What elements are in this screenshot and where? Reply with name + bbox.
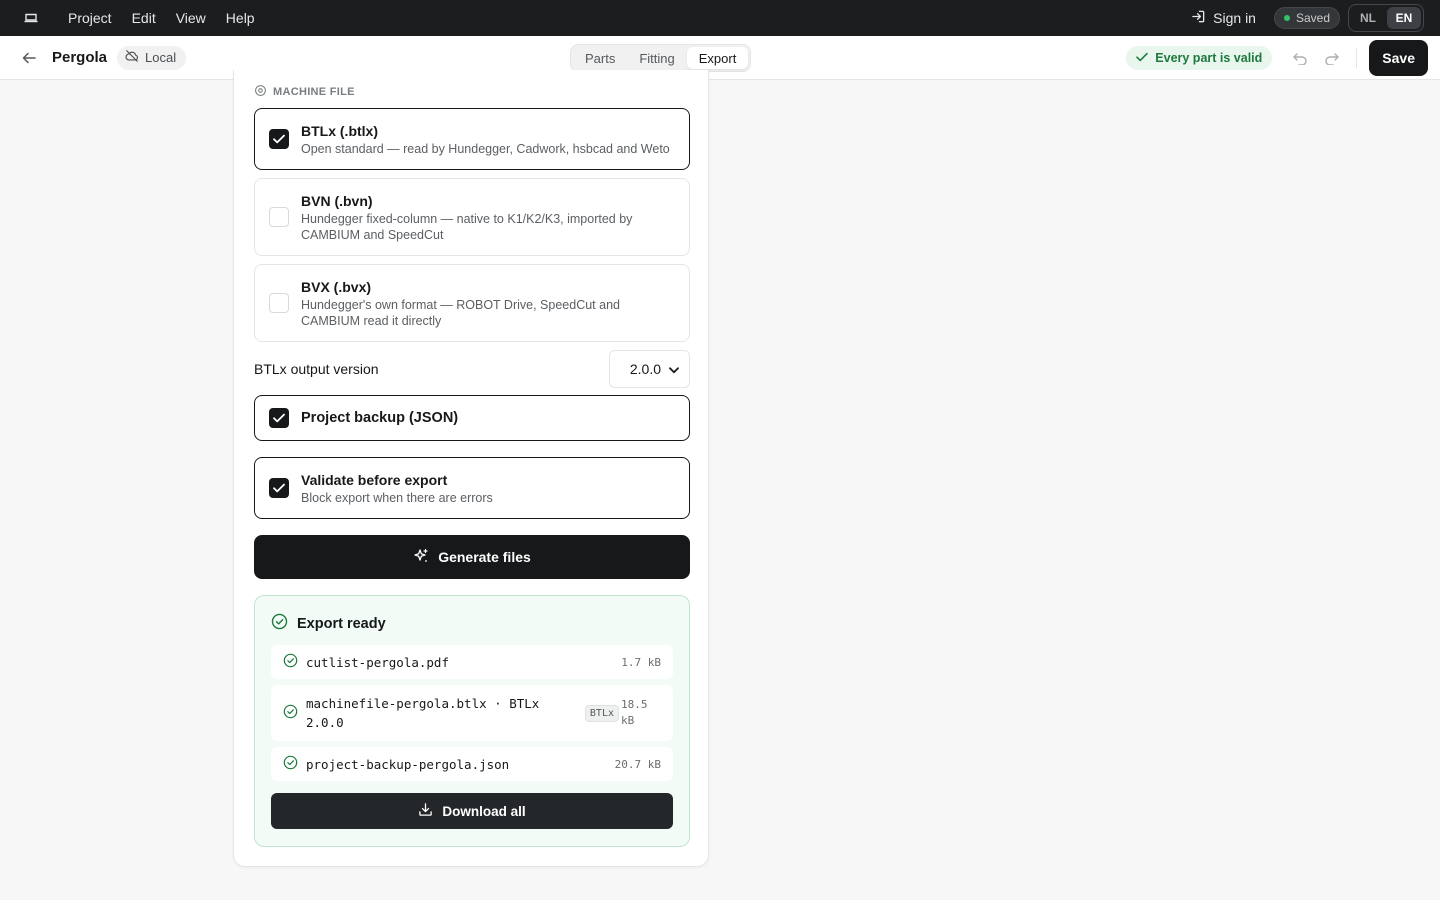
project-toolbar: Pergola Local Parts Fitting Export Every… xyxy=(0,36,1440,80)
btlx-version-row: BTLx output version 2.0.0 xyxy=(254,350,690,388)
view-tabs: Parts Fitting Export xyxy=(570,44,752,72)
generate-files-button[interactable]: Generate files xyxy=(254,535,690,579)
btlx-version-value: 2.0.0 xyxy=(629,361,661,377)
export-ready-title: Export ready xyxy=(297,615,386,632)
download-icon xyxy=(418,802,433,820)
save-button[interactable]: Save xyxy=(1369,39,1428,76)
file-name: machinefile-pergola.btlx · BTLx 2.0.0 xyxy=(306,696,540,730)
file-row[interactable]: machinefile-pergola.btlx · BTLx 2.0.0 BT… xyxy=(271,685,673,741)
validation-label: Every part is valid xyxy=(1155,50,1263,65)
tab-parts[interactable]: Parts xyxy=(573,47,627,69)
check-circle-icon xyxy=(283,704,298,722)
menu-help[interactable]: Help xyxy=(226,10,255,26)
export-panel: MACHINE FILE BTLx (.btlx) Open standard … xyxy=(233,70,709,867)
language-nl-button[interactable]: NL xyxy=(1351,7,1385,29)
format-description: Open standard — read by Hundegger, Cadwo… xyxy=(301,141,670,156)
bvn-checkbox[interactable] xyxy=(269,207,289,227)
project-title: Pergola xyxy=(52,49,108,66)
menu-bar: Project Edit View Help Sign in Saved NL … xyxy=(0,0,1440,36)
saved-status-badge: Saved xyxy=(1273,7,1340,29)
file-row[interactable]: project-backup-pergola.json 20.7 kB xyxy=(271,747,673,781)
validate-description: Block export when there are errors xyxy=(301,490,493,505)
check-circle-icon xyxy=(283,653,298,671)
check-icon xyxy=(1136,51,1149,65)
file-size: 18.5 kB xyxy=(621,698,648,727)
menu-project[interactable]: Project xyxy=(68,10,112,26)
tab-fitting[interactable]: Fitting xyxy=(627,47,686,69)
btlx-version-select[interactable]: 2.0.0 xyxy=(609,350,690,388)
file-name: project-backup-pergola.json xyxy=(306,756,510,772)
btlx-version-label: BTLx output version xyxy=(254,361,379,377)
backup-label: Project backup (JSON) xyxy=(301,410,459,426)
check-circle-icon xyxy=(271,613,288,634)
format-title: BTLx (.btlx) xyxy=(301,122,378,139)
sparkles-icon xyxy=(413,548,429,567)
download-all-label: Download all xyxy=(442,803,526,819)
format-option-bvx[interactable]: BVX (.bvx) Hundegger's own format — ROBO… xyxy=(254,264,690,342)
chevron-down-icon xyxy=(669,361,679,377)
btlx-checkbox[interactable] xyxy=(269,129,289,149)
language-toggle: NL EN xyxy=(1348,4,1424,32)
language-en-button[interactable]: EN xyxy=(1387,7,1421,29)
file-format-badge: BTLx xyxy=(584,704,619,722)
validate-title: Validate before export xyxy=(301,471,448,488)
file-row[interactable]: cutlist-pergola.pdf 1.7 kB xyxy=(271,645,673,679)
sign-in-button[interactable]: Sign in xyxy=(1191,9,1256,27)
check-circle-icon xyxy=(283,755,298,773)
download-all-button[interactable]: Download all xyxy=(271,793,673,829)
generate-files-label: Generate files xyxy=(438,549,531,565)
tab-export[interactable]: Export xyxy=(686,47,749,69)
file-size: 1.7 kB xyxy=(621,655,661,669)
menu-edit[interactable]: Edit xyxy=(132,10,156,26)
format-description: Hundegger fixed-column — native to K1/K2… xyxy=(301,211,633,242)
gear-icon xyxy=(254,84,267,100)
storage-label: Local xyxy=(145,50,177,65)
storage-badge: Local xyxy=(117,45,187,70)
saved-status-label: Saved xyxy=(1295,11,1330,25)
validation-badge: Every part is valid xyxy=(1126,45,1273,70)
section-label: MACHINE FILE xyxy=(254,84,355,100)
redo-icon[interactable] xyxy=(1322,48,1342,68)
export-ready-header: Export ready xyxy=(271,613,386,634)
toolbar-divider xyxy=(1356,47,1358,68)
sign-in-icon xyxy=(1191,9,1206,27)
cloud-off-icon xyxy=(125,49,139,66)
sign-in-label: Sign in xyxy=(1213,10,1256,26)
format-title: BVX (.bvx) xyxy=(301,278,372,295)
validate-option[interactable]: Validate before export Block export when… xyxy=(254,457,690,519)
laptop-icon[interactable] xyxy=(24,13,38,23)
format-description: Hundegger's own format — ROBOT Drive, Sp… xyxy=(301,297,620,328)
file-name: cutlist-pergola.pdf xyxy=(306,654,449,670)
format-option-bvn[interactable]: BVN (.bvn) Hundegger fixed-column — nati… xyxy=(254,178,690,256)
validate-checkbox[interactable] xyxy=(269,478,289,498)
format-option-btlx[interactable]: BTLx (.btlx) Open standard — read by Hun… xyxy=(254,108,690,170)
menu-view[interactable]: View xyxy=(176,10,206,26)
bvx-checkbox[interactable] xyxy=(269,293,289,313)
export-ready-box: Export ready cutlist-pergola.pdf 1.7 kB … xyxy=(254,595,690,847)
project-backup-option[interactable]: Project backup (JSON) xyxy=(254,395,690,441)
file-size: 20.7 kB xyxy=(614,757,661,771)
saved-dot-icon xyxy=(1283,15,1290,21)
machine-file-label: MACHINE FILE xyxy=(273,86,355,98)
format-title: BVN (.bvn) xyxy=(301,192,373,209)
back-arrow-icon[interactable] xyxy=(20,49,38,67)
backup-checkbox[interactable] xyxy=(269,408,289,428)
undo-icon[interactable] xyxy=(1290,48,1310,68)
